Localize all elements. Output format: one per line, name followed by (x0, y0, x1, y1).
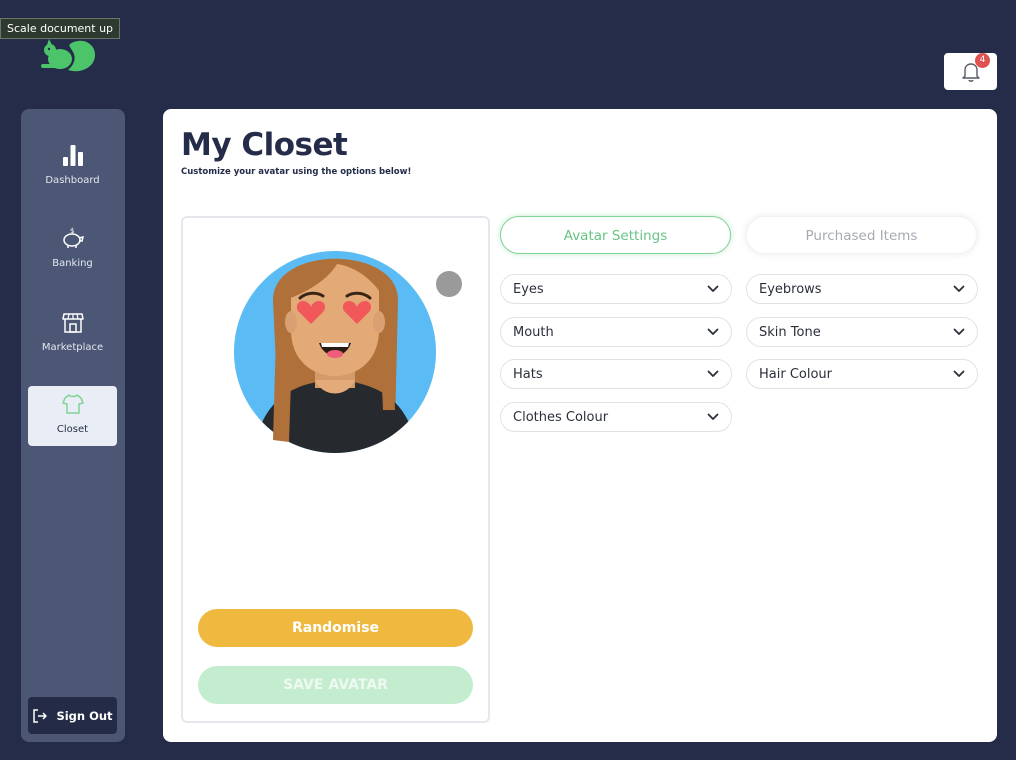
sidebar-item-label: Banking (52, 258, 93, 269)
hats-dropdown[interactable]: Hats (500, 359, 732, 389)
page-title: My Closet (181, 127, 348, 163)
piggy-bank-icon: $ (62, 227, 84, 248)
chevron-down-icon (953, 370, 965, 377)
svg-text:$: $ (70, 227, 74, 235)
sidebar-item-label: Dashboard (45, 175, 100, 186)
dropdown-label: Hair Colour (759, 366, 833, 382)
chevron-down-icon (707, 285, 719, 292)
dropdown-label: Mouth (513, 324, 554, 340)
sidebar: Dashboard $ Banking Marketplace Closet S… (21, 109, 125, 742)
save-avatar-button[interactable]: SAVE AVATAR (198, 666, 473, 704)
storefront-icon (61, 313, 84, 333)
sidebar-item-dashboard[interactable]: Dashboard (28, 137, 117, 197)
color-swatch-dot[interactable] (436, 271, 462, 297)
bar-chart-icon (62, 145, 83, 166)
skin-tone-dropdown[interactable]: Skin Tone (746, 317, 978, 347)
notifications-button[interactable]: 4 (944, 53, 997, 90)
avatar-preview-card: Randomise SAVE AVATAR (181, 216, 490, 723)
eyebrows-dropdown[interactable]: Eyebrows (746, 274, 978, 304)
sign-out-label: Sign Out (56, 708, 113, 723)
dropdown-label: Hats (513, 366, 543, 382)
hair-colour-dropdown[interactable]: Hair Colour (746, 359, 978, 389)
chevron-down-icon (953, 328, 965, 335)
sign-out-icon (33, 708, 48, 723)
clothes-colour-dropdown[interactable]: Clothes Colour (500, 402, 732, 432)
chevron-down-icon (953, 285, 965, 292)
squirrel-logo-icon[interactable] (40, 36, 98, 74)
sidebar-item-marketplace[interactable]: Marketplace (28, 304, 117, 364)
chevron-down-icon (707, 328, 719, 335)
notification-count-badge: 4 (975, 53, 990, 68)
page-subtitle: Customize your avatar using the options … (181, 167, 412, 177)
eyes-dropdown[interactable]: Eyes (500, 274, 732, 304)
sidebar-item-closet[interactable]: Closet (28, 386, 117, 446)
chevron-down-icon (707, 370, 719, 377)
dropdown-label: Clothes Colour (513, 409, 609, 425)
scale-document-tooltip: Scale document up (0, 18, 121, 39)
sidebar-item-label: Marketplace (41, 342, 104, 353)
dropdown-label: Eyebrows (759, 281, 822, 297)
dropdown-label: Skin Tone (759, 324, 821, 340)
randomise-button[interactable]: Randomise (198, 609, 473, 647)
shirt-icon (61, 394, 84, 414)
mouth-dropdown[interactable]: Mouth (500, 317, 732, 347)
sidebar-item-label: Closet (56, 424, 89, 435)
dropdown-label: Eyes (513, 281, 544, 297)
tab-avatar-settings[interactable]: Avatar Settings (500, 216, 731, 254)
tab-purchased-items[interactable]: Purchased Items (746, 216, 977, 254)
main-panel: My Closet Customize your avatar using th… (163, 109, 997, 742)
avatar-image (234, 251, 436, 453)
chevron-down-icon (707, 413, 719, 420)
sidebar-item-banking[interactable]: $ Banking (28, 220, 117, 280)
sign-out-button[interactable]: Sign Out (28, 697, 117, 734)
